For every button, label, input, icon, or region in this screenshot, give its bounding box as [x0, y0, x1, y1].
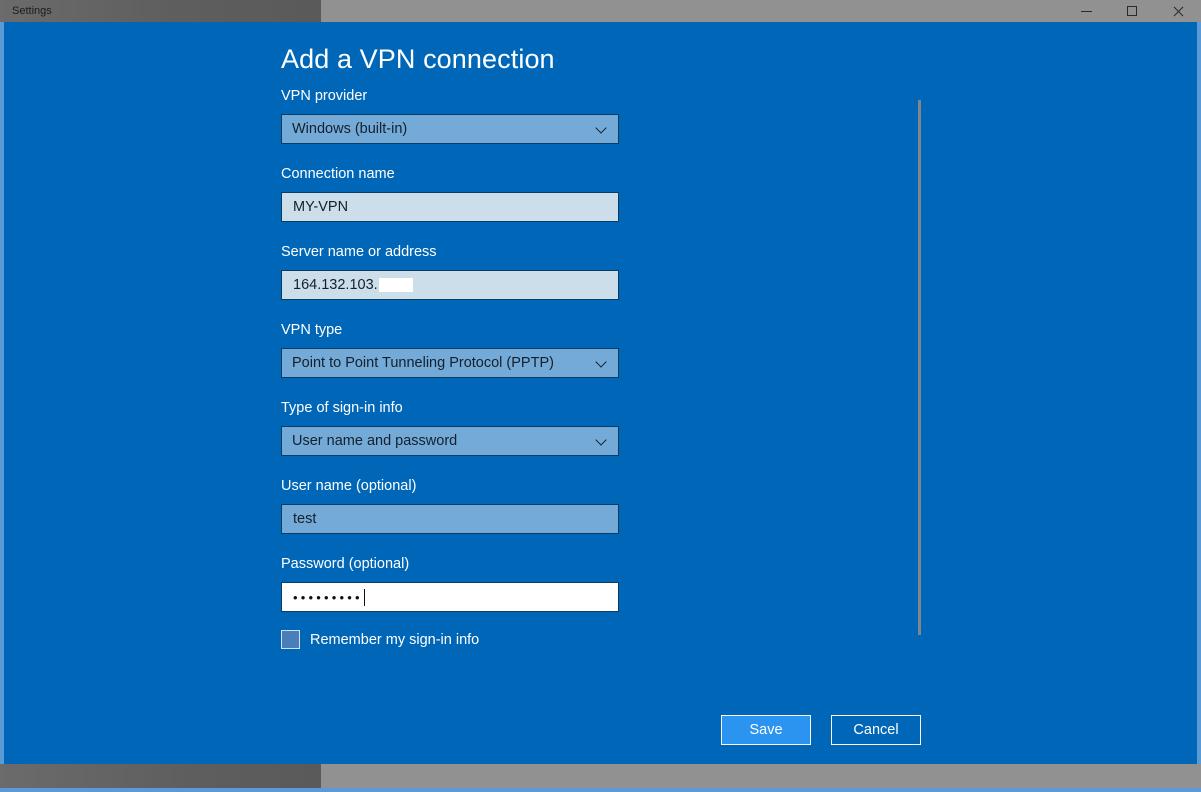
minimize-icon [1080, 10, 1092, 12]
label-server-address: Server name or address [281, 244, 437, 260]
close-icon [1172, 5, 1184, 17]
maximize-button[interactable] [1109, 0, 1155, 22]
remember-signin-label: Remember my sign-in info [310, 631, 480, 648]
server-address-value: 164.132.103. [282, 277, 413, 293]
redaction-block [378, 278, 413, 292]
connection-name-value: MY-VPN [293, 199, 349, 215]
password-masked-text: ••••••••• [293, 589, 363, 605]
form-action-buttons: Save Cancel [721, 715, 921, 745]
password-value: ••••••••• [282, 588, 365, 606]
remember-signin-checkbox-row[interactable]: Remember my sign-in info [281, 630, 479, 649]
cancel-button[interactable]: Cancel [831, 715, 921, 745]
user-name-input[interactable]: test [281, 504, 619, 534]
vertical-scrollbar[interactable] [918, 100, 921, 635]
field-group-password: Password (optional) ••••••••• [281, 556, 621, 612]
window-title: Settings [12, 5, 52, 17]
bottom-chrome-bar [0, 764, 1201, 788]
label-password: Password (optional) [281, 556, 410, 572]
field-group-connection-name: Connection name MY-VPN [281, 166, 621, 222]
maximize-icon [1127, 6, 1137, 16]
vpn-type-value: Point to Point Tunneling Protocol (PPTP) [292, 355, 554, 371]
field-group-signin-type: Type of sign-in info User name and passw… [281, 400, 621, 456]
label-vpn-provider: VPN provider [281, 88, 368, 104]
signin-type-value: User name and password [292, 433, 458, 449]
vpn-type-select[interactable]: Point to Point Tunneling Protocol (PPTP) [281, 348, 619, 378]
connection-name-input[interactable]: MY-VPN [281, 192, 619, 222]
chevron-down-icon [596, 356, 608, 368]
password-input[interactable]: ••••••••• [281, 582, 619, 612]
close-button[interactable] [1155, 0, 1201, 22]
field-group-user-name: User name (optional) test [281, 478, 621, 534]
settings-window: Settings Add a VPN connection VPN provid… [0, 0, 1201, 792]
minimize-button[interactable] [1063, 0, 1109, 22]
user-name-value: test [293, 511, 317, 527]
chevron-down-icon [596, 122, 608, 134]
vpn-provider-value: Windows (built-in) [292, 121, 408, 137]
scrollbar-thumb[interactable] [918, 100, 921, 635]
label-user-name: User name (optional) [281, 478, 417, 494]
save-button[interactable]: Save [721, 715, 811, 745]
settings-content-region: Add a VPN connection VPN provider Window… [4, 22, 1197, 694]
bottom-chrome-shade [0, 764, 321, 788]
remember-signin-checkbox[interactable] [281, 630, 300, 649]
page-title: Add a VPN connection [281, 44, 555, 74]
signin-type-select[interactable]: User name and password [281, 426, 619, 456]
vpn-connection-form: VPN provider Windows (built-in) Connecti… [281, 88, 621, 634]
chevron-down-icon [596, 434, 608, 446]
text-caret [363, 588, 365, 606]
field-group-vpn-provider: VPN provider Windows (built-in) [281, 88, 621, 144]
server-address-input[interactable]: 164.132.103. [281, 270, 619, 300]
window-frame-bottom-edge [0, 788, 1201, 792]
field-group-server-address: Server name or address 164.132.103. [281, 244, 621, 300]
server-address-text: 164.132.103. [293, 277, 378, 293]
window-controls [1063, 0, 1201, 22]
label-signin-type: Type of sign-in info [281, 400, 403, 416]
label-vpn-type: VPN type [281, 322, 343, 338]
window-frame-right-edge [1197, 0, 1201, 792]
vpn-provider-select[interactable]: Windows (built-in) [281, 114, 619, 144]
field-group-vpn-type: VPN type Point to Point Tunneling Protoc… [281, 322, 621, 378]
label-connection-name: Connection name [281, 166, 395, 182]
title-bar[interactable]: Settings [0, 0, 1201, 22]
